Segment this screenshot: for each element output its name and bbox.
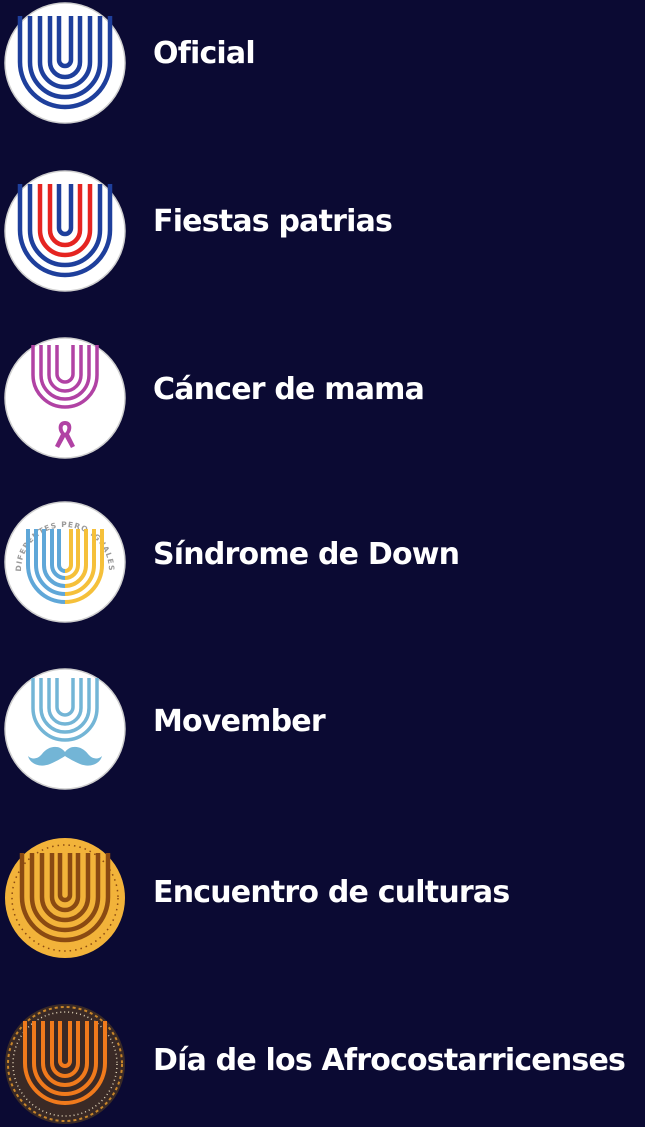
theme-option-label: Día de los Afrocostarricenses	[153, 1043, 626, 1078]
theme-list: Oficial Fiestas patrias Cáncer de mama D…	[0, 0, 645, 1127]
theme-option-label: Encuentro de culturas	[153, 875, 510, 910]
theme-option-label: Síndrome de Down	[153, 537, 460, 572]
theme-option-movember[interactable]: Movember	[0, 666, 645, 806]
theme-option-encuentro-de-culturas[interactable]: Encuentro de culturas	[0, 835, 645, 975]
theme-option-sindrome-de-down[interactable]: DIFERENTES PERO IGUALES Síndrome de Down	[0, 499, 645, 639]
ucr-logo-official-icon	[4, 2, 126, 124]
ucr-logo-pink-ribbon-icon	[4, 337, 126, 459]
theme-option-label: Movember	[153, 704, 326, 739]
theme-option-fiestas-patrias[interactable]: Fiestas patrias	[0, 168, 645, 308]
ucr-logo-mustache-icon	[4, 668, 126, 790]
theme-option-label: Cáncer de mama	[153, 372, 425, 407]
ucr-logo-flag-icon	[4, 170, 126, 292]
theme-option-oficial[interactable]: Oficial	[0, 0, 645, 140]
theme-option-label: Fiestas patrias	[153, 204, 393, 239]
ucr-logo-cultures-icon	[4, 837, 126, 959]
theme-option-afrocostarricenses[interactable]: Día de los Afrocostarricenses	[0, 1003, 645, 1127]
ucr-logo-down-syndrome-icon: DIFERENTES PERO IGUALES	[4, 501, 126, 623]
theme-option-label: Oficial	[153, 36, 256, 71]
theme-option-cancer-de-mama[interactable]: Cáncer de mama	[0, 335, 645, 475]
ucr-logo-afro-icon	[4, 1003, 126, 1125]
